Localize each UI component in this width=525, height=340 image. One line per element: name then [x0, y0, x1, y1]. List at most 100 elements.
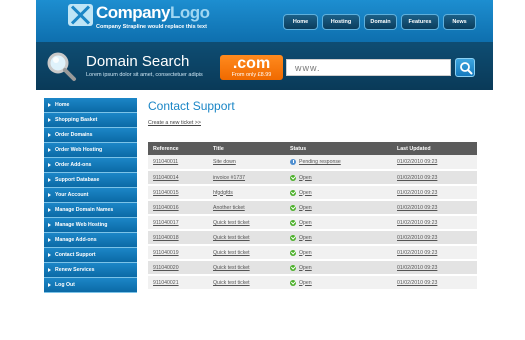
ticket-status: Open: [290, 174, 392, 181]
ticket-title-link[interactable]: Quick test ticket: [213, 235, 250, 241]
ticket-reference-link[interactable]: 911040018: [153, 235, 179, 241]
ticket-reference-link[interactable]: 911040020: [153, 265, 179, 271]
ticket-title-link[interactable]: Quick test ticket: [213, 280, 250, 286]
nav-hosting-button[interactable]: Hosting: [322, 14, 360, 30]
sidebar-item-shopping-basket[interactable]: Shopping Basket: [44, 113, 137, 128]
page-title: Contact Support: [148, 99, 235, 113]
sidebar-item-your-account[interactable]: Your Account: [44, 188, 137, 203]
ticket-reference-cell: 911040019: [148, 245, 208, 261]
logo-company-text: Company: [96, 3, 170, 22]
sidebar-item-support-database[interactable]: Support Database: [44, 173, 137, 188]
nav-news-button[interactable]: News: [443, 14, 476, 30]
ticket-title-link[interactable]: invoice #1737: [213, 175, 245, 181]
sidebar-item-label: Log Out: [55, 282, 75, 288]
domain-search-button[interactable]: [455, 58, 475, 77]
ticket-status-link[interactable]: Pending response: [299, 159, 341, 165]
ticket-updated-link[interactable]: 01/02/2010 09:23: [397, 190, 437, 196]
sidebar-item-renew-services[interactable]: Renew Services: [44, 263, 137, 278]
ticket-status-link[interactable]: Open: [299, 205, 312, 211]
check-circle-icon: [290, 189, 296, 196]
domain-search-input[interactable]: [286, 59, 451, 76]
table-header-row: Reference Title Status Last Updated: [148, 142, 477, 155]
sidebar-item-contact-support[interactable]: Contact Support: [44, 248, 137, 263]
ticket-title-link[interactable]: Quick test ticket: [213, 265, 250, 271]
table-row[interactable]: 911040021 Quick test ticket Open 01/02/2010…: [148, 275, 477, 291]
arrow-right-icon: [48, 118, 51, 122]
arrow-right-icon: [48, 208, 51, 212]
table-row[interactable]: 911040015 hfgdgfds Open 01/02/2010 09:23: [148, 185, 477, 201]
arrow-right-icon: [48, 253, 51, 257]
column-header-reference[interactable]: Reference: [148, 142, 208, 155]
table-row[interactable]: 911040011 Site down Pending response 01/02/…: [148, 155, 477, 171]
sidebar-item-label: Manage Domain Names: [55, 207, 114, 213]
site-header: CompanyLogo Company Strapline would repl…: [36, 0, 493, 42]
ticket-reference-link[interactable]: 911040011: [153, 159, 178, 165]
sidebar-item-manage-web-hosting[interactable]: Manage Web Hosting: [44, 218, 137, 233]
nav-domain-button[interactable]: Domain: [364, 14, 397, 30]
table-row[interactable]: 911040019 Quick test ticket Open 01/02/2010…: [148, 245, 477, 261]
column-header-last-updated[interactable]: Last Updated: [392, 142, 477, 155]
ticket-title-link[interactable]: hfgdgfds: [213, 190, 233, 196]
ticket-reference-cell: 911040016: [148, 200, 208, 216]
nav-features-button[interactable]: Features: [401, 14, 439, 30]
ticket-title-cell: Quick test ticket: [208, 260, 285, 276]
ticket-reference-link[interactable]: 911040019: [153, 250, 179, 256]
ticket-reference-link[interactable]: 911040017: [153, 220, 179, 226]
sidebar-item-manage-domain-names[interactable]: Manage Domain Names: [44, 203, 137, 218]
ticket-title-link[interactable]: Another ticket: [213, 205, 245, 211]
column-header-status[interactable]: Status: [285, 142, 392, 155]
ticket-title-link[interactable]: Quick test ticket: [213, 220, 250, 226]
ticket-status: Open: [290, 189, 392, 196]
sidebar-item-label: Home: [55, 102, 70, 108]
ticket-updated-link[interactable]: 01/02/2010 09:23: [397, 250, 437, 256]
ticket-updated-link[interactable]: 01/02/2010 09:23: [397, 235, 437, 241]
ticket-updated-link[interactable]: 01/02/2010 09:23: [397, 280, 437, 286]
ticket-title-link[interactable]: Site down: [213, 159, 236, 165]
ticket-updated-link[interactable]: 01/02/2010 09:23: [397, 265, 437, 271]
sidebar-item-manage-add-ons[interactable]: Manage Add-ons: [44, 233, 137, 248]
create-ticket-link[interactable]: Create a new ticket >>: [148, 120, 201, 126]
ticket-status-link[interactable]: Open: [299, 220, 312, 226]
ticket-status-link[interactable]: Open: [299, 250, 312, 256]
sidebar-item-order-add-ons[interactable]: Order Add-ons: [44, 158, 137, 173]
ticket-status-link[interactable]: Open: [299, 235, 312, 241]
logo-logo-text: Logo: [169, 3, 210, 22]
ticket-title-link[interactable]: Quick test ticket: [213, 250, 250, 256]
tld-promo-badge[interactable]: .com From only £8.99: [220, 55, 283, 80]
ticket-status-link[interactable]: Open: [299, 175, 312, 181]
ticket-status: Open: [290, 234, 392, 241]
ticket-status-link[interactable]: Open: [299, 190, 312, 196]
sidebar-item-order-domains[interactable]: Order Domains: [44, 128, 137, 143]
ticket-status-cell: Pending response: [285, 155, 392, 171]
sidebar-item-order-web-hosting[interactable]: Order Web Hosting: [44, 143, 137, 158]
sidebar-item-label: Support Database: [55, 177, 100, 183]
table-row[interactable]: 911040018 Quick test ticket Open 01/02/2010…: [148, 230, 477, 246]
table-row[interactable]: 911040014 invoice #1737 Open 01/02/2010 09:…: [148, 170, 477, 186]
company-logo[interactable]: CompanyLogo: [96, 3, 210, 23]
ticket-updated-link[interactable]: 01/02/2010 09:23: [397, 205, 437, 211]
sidebar-item-log-out[interactable]: Log Out: [44, 278, 137, 293]
ticket-reference-link[interactable]: 911040016: [153, 205, 179, 211]
ticket-status-link[interactable]: Open: [299, 280, 312, 286]
table-row[interactable]: 911040020 Quick test ticket Open 01/02/2010…: [148, 260, 477, 276]
nav-home-button[interactable]: Home: [283, 14, 318, 30]
sidebar-item-home[interactable]: Home: [44, 98, 137, 113]
ticket-reference-cell: 911040018: [148, 230, 208, 246]
ticket-reference-link[interactable]: 911040015: [153, 190, 179, 196]
ticket-reference-link[interactable]: 911040021: [153, 280, 179, 286]
column-header-title[interactable]: Title: [208, 142, 285, 155]
ticket-status-cell: Open: [285, 230, 392, 246]
ticket-updated-link[interactable]: 01/02/2010 09:23: [397, 159, 437, 165]
ticket-reference-cell: 911040017: [148, 215, 208, 231]
sidebar-item-label: Order Web Hosting: [55, 147, 103, 153]
table-row[interactable]: 911040016 Another ticket Open 01/02/2010 09…: [148, 200, 477, 216]
ticket-reference-link[interactable]: 911040014: [153, 175, 179, 181]
sidebar-item-label: Manage Web Hosting: [55, 222, 108, 228]
ticket-updated-link[interactable]: 01/02/2010 09:23: [397, 175, 437, 181]
company-logo-icon[interactable]: [68, 4, 93, 26]
table-row[interactable]: 911040017 Quick test ticket Open 01/02/2010…: [148, 215, 477, 231]
ticket-status-link[interactable]: Open: [299, 265, 312, 271]
ticket-reference-cell: 911040014: [148, 170, 208, 186]
arrow-right-icon: [48, 238, 51, 242]
ticket-updated-link[interactable]: 01/02/2010 09:23: [397, 220, 437, 226]
